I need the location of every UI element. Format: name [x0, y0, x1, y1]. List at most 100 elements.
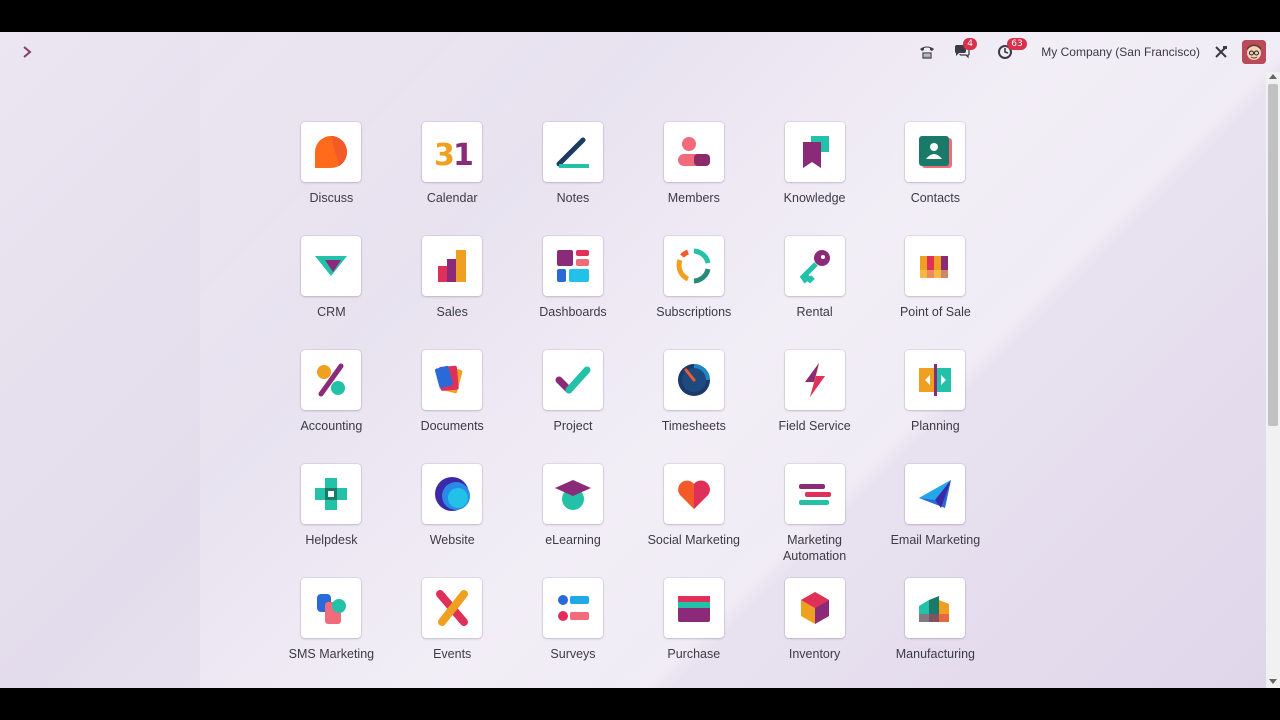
app-marketing-automation[interactable]: Marketing Automation	[754, 464, 875, 578]
app-label: Events	[433, 647, 472, 661]
activities-clock-icon[interactable]: 63	[997, 38, 1027, 60]
debug-tools-icon[interactable]	[1214, 45, 1228, 59]
app-label: Members	[667, 191, 720, 205]
app-label: Planning	[911, 419, 960, 433]
app-surveys[interactable]: Surveys	[513, 578, 634, 688]
app-events[interactable]: Events	[392, 578, 513, 688]
messages-icon[interactable]: 4	[953, 38, 978, 60]
app-label: Dashboards	[539, 305, 607, 319]
app-dashboards[interactable]: Dashboards	[513, 236, 634, 350]
app-label: Surveys	[550, 647, 596, 661]
app-calendar[interactable]: 31 Calendar	[392, 122, 513, 236]
app-discuss[interactable]: Discuss	[271, 122, 392, 236]
app-knowledge[interactable]: Knowledge	[754, 122, 875, 236]
app-notes[interactable]: Notes	[513, 122, 634, 236]
project-icon	[542, 350, 603, 410]
purchase-icon	[663, 578, 724, 638]
app-label: Calendar	[426, 191, 478, 205]
app-accounting[interactable]: Accounting	[271, 350, 392, 464]
app-contacts[interactable]: Contacts	[875, 122, 996, 236]
app-label: Sales	[436, 305, 468, 319]
app-subscriptions[interactable]: Subscriptions	[633, 236, 754, 350]
scroll-up-arrow-icon[interactable]	[1269, 74, 1277, 79]
home-screen: 4 63 My Company (San Francisco) Discuss …	[0, 32, 1280, 688]
app-label: Documents	[420, 419, 484, 433]
inventory-icon	[784, 578, 845, 638]
app-label: Timesheets	[661, 419, 726, 433]
point-of-sale-icon	[905, 236, 966, 296]
website-icon	[422, 464, 483, 524]
menu-toggle-chevron-icon[interactable]	[16, 41, 38, 63]
app-label: eLearning	[545, 533, 601, 547]
app-manufacturing[interactable]: Manufacturing	[875, 578, 996, 688]
app-label: Website	[429, 533, 475, 547]
subscriptions-icon	[663, 236, 724, 296]
app-purchase[interactable]: Purchase	[633, 578, 754, 688]
app-label: SMS Marketing	[288, 647, 375, 661]
sales-icon	[422, 236, 483, 296]
app-label: Subscriptions	[656, 305, 732, 319]
apps-grid: Discuss 31 Calendar Notes Members Knowle…	[271, 122, 996, 688]
app-sms-marketing[interactable]: SMS Marketing	[271, 578, 392, 688]
field-service-icon	[784, 350, 845, 410]
surveys-icon	[542, 578, 603, 638]
notes-icon	[542, 122, 603, 182]
app-label: Point of Sale	[899, 305, 971, 319]
messages-badge: 4	[963, 38, 978, 50]
app-planning[interactable]: Planning	[875, 350, 996, 464]
vertical-scrollbar[interactable]	[1266, 72, 1280, 688]
app-timesheets[interactable]: Timesheets	[633, 350, 754, 464]
members-icon	[663, 122, 724, 182]
crm-icon	[301, 236, 362, 296]
app-email-marketing[interactable]: Email Marketing	[875, 464, 996, 578]
scroll-down-arrow-icon[interactable]	[1269, 679, 1277, 684]
svg-text:3: 3	[434, 138, 455, 172]
user-avatar[interactable]	[1242, 40, 1266, 64]
app-point-of-sale[interactable]: Point of Sale	[875, 236, 996, 350]
app-documents[interactable]: Documents	[392, 350, 513, 464]
app-helpdesk[interactable]: Helpdesk	[271, 464, 392, 578]
app-crm[interactable]: CRM	[271, 236, 392, 350]
app-label: Notes	[556, 191, 590, 205]
app-website[interactable]: Website	[392, 464, 513, 578]
calendar-icon: 31	[422, 122, 483, 182]
svg-text:1: 1	[453, 138, 472, 172]
app-label: Manufacturing	[895, 647, 975, 661]
rental-icon	[784, 236, 845, 296]
phone-icon[interactable]	[919, 44, 935, 60]
app-members[interactable]: Members	[633, 122, 754, 236]
dashboards-icon	[542, 236, 603, 296]
app-project[interactable]: Project	[513, 350, 634, 464]
social-marketing-icon	[663, 464, 724, 524]
app-label: CRM	[317, 305, 346, 319]
documents-icon	[422, 350, 483, 410]
app-social-marketing[interactable]: Social Marketing	[633, 464, 754, 578]
app-field-service[interactable]: Field Service	[754, 350, 875, 464]
helpdesk-icon	[301, 464, 362, 524]
app-label: Field Service	[778, 419, 851, 433]
activities-badge: 63	[1007, 38, 1027, 50]
app-elearning[interactable]: eLearning	[513, 464, 634, 578]
top-navbar: 4 63 My Company (San Francisco)	[0, 32, 1280, 72]
discuss-icon	[301, 122, 362, 182]
company-switcher[interactable]: My Company (San Francisco)	[1041, 45, 1200, 59]
app-label: Purchase	[667, 647, 721, 661]
app-label: Rental	[796, 305, 833, 319]
manufacturing-icon	[905, 578, 966, 638]
sms-marketing-icon	[301, 578, 362, 638]
app-label: Project	[553, 419, 593, 433]
app-rental[interactable]: Rental	[754, 236, 875, 350]
planning-icon	[905, 350, 966, 410]
app-sales[interactable]: Sales	[392, 236, 513, 350]
app-label: Inventory	[788, 647, 841, 661]
knowledge-icon	[784, 122, 845, 182]
marketing-automation-icon	[784, 464, 845, 524]
email-marketing-icon	[905, 464, 966, 524]
scrollbar-thumb[interactable]	[1268, 84, 1278, 426]
accounting-icon	[301, 350, 362, 410]
app-label: Email Marketing	[890, 533, 981, 547]
app-label: Social Marketing	[647, 533, 740, 547]
app-inventory[interactable]: Inventory	[754, 578, 875, 688]
events-icon	[422, 578, 483, 638]
timesheets-icon	[663, 350, 724, 410]
